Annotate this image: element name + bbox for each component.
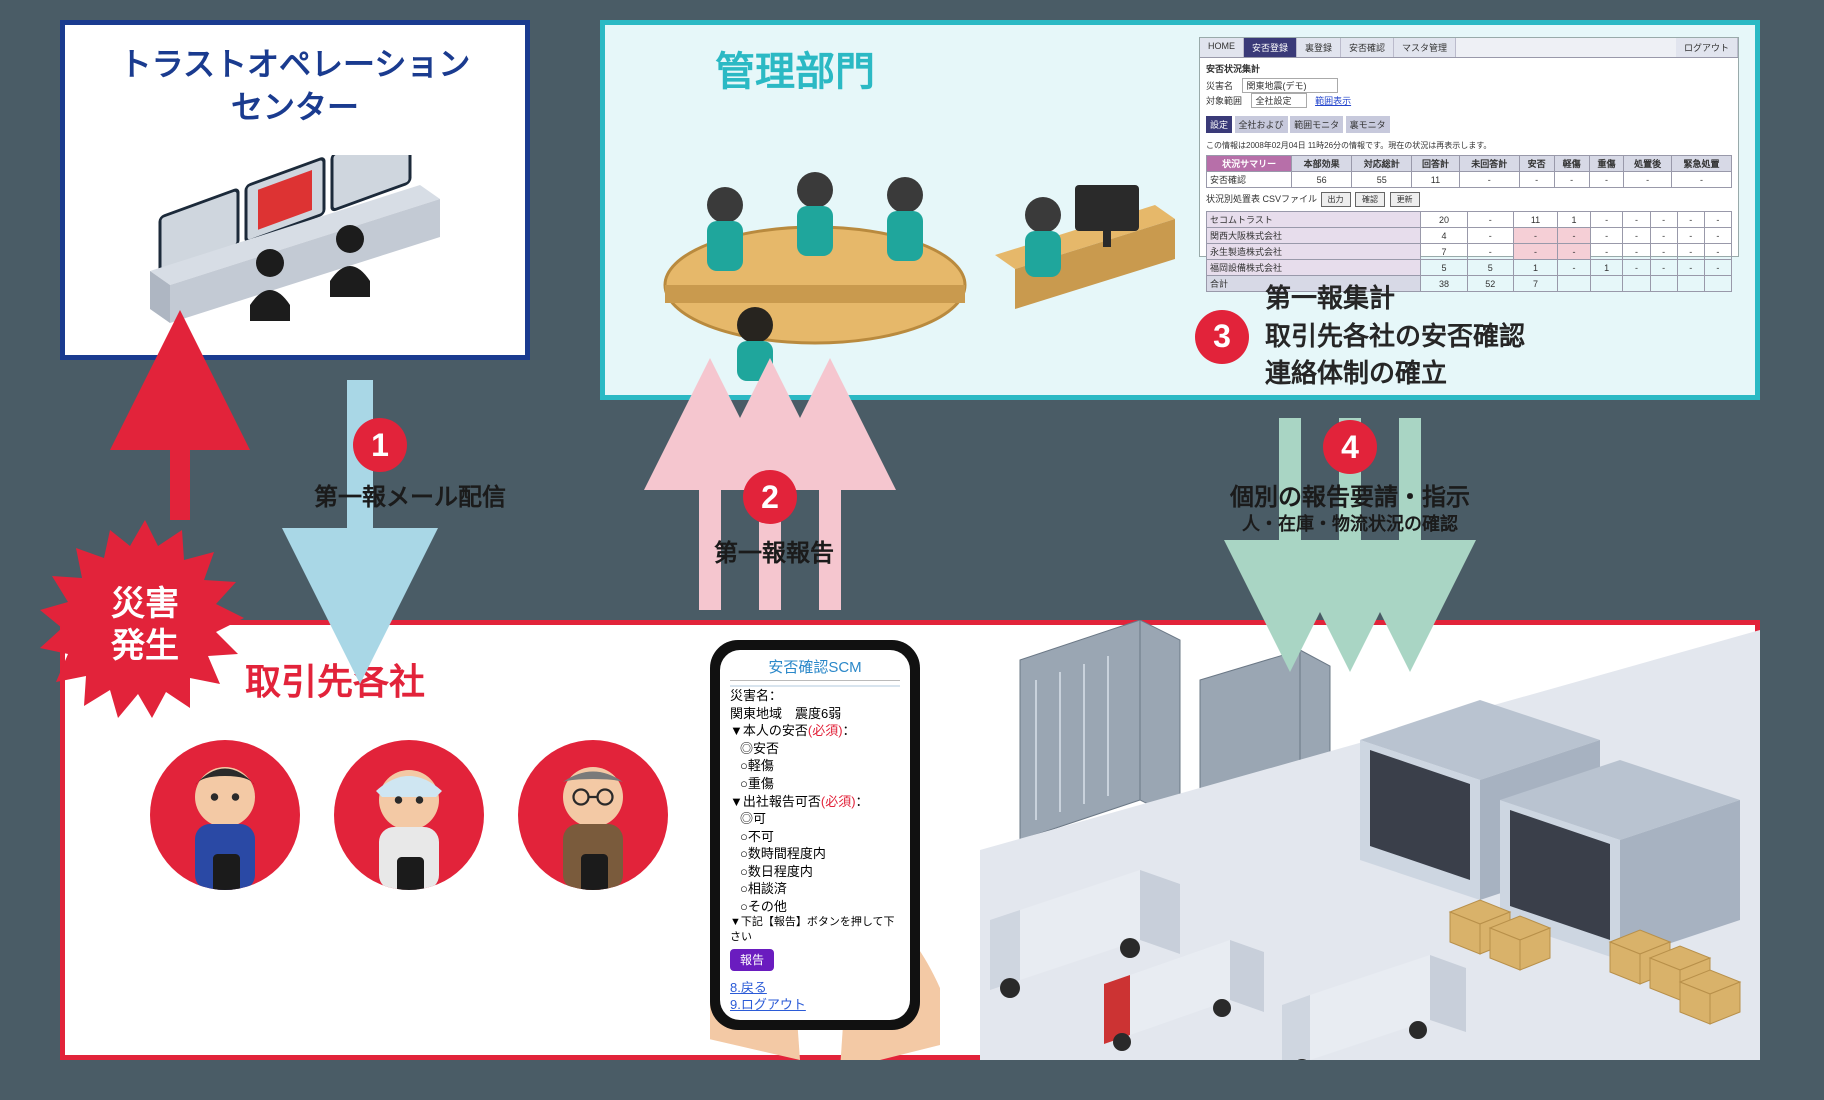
phone-opt-serious[interactable]: ○重傷 [740,775,900,793]
suppliers-title: 取引先各社 [245,653,425,705]
disaster-starburst: 災害 発生 [40,520,250,730]
avatar [150,740,300,890]
summary-table: 状況サマリー 本部効果 対応総計 回答計 未回答計 安否 軽傷 重傷 処置後 緊… [1206,155,1732,188]
phone-submit-button[interactable]: 報告 [730,949,774,971]
phone-logout-link[interactable]: 9.ログアウト [730,996,806,1014]
toc-title-l1: トラストオペレーション [120,46,471,82]
toc-title-l2: センター [231,89,359,125]
scope-value[interactable]: 全社設定 [1251,93,1307,108]
phone-app-title: 安否確認SCM [730,658,900,681]
phone-disaster: 災害名： [730,688,782,703]
step-4-badge: 4 [1323,420,1377,474]
btn-confirm[interactable]: 確認 [1355,192,1385,207]
avatar [518,740,668,890]
screenshot-nav: HOME 安否登録 裏登録 安否確認 マスタ管理 ログアウト [1200,38,1738,58]
management-dept-box: 管理部門 [600,20,1760,400]
step-4-sublabel: 人・在庫・物流状況の確認 [1170,513,1530,536]
step3-line3: 連絡体制の確立 [1265,355,1525,393]
btn-out[interactable]: 出力 [1321,192,1351,207]
step-2-badge: 2 [743,470,797,524]
trust-operation-center-box: トラストオペレーション センター [60,20,530,360]
csv-label: 状況別処置表 CSVファイル [1206,194,1317,204]
step-2-label: 第一報報告 [684,538,864,569]
phone-opt-yes[interactable]: ◎可 [740,810,900,828]
phone-required: (必須) [808,723,843,738]
phone-opt-halfday[interactable]: ○数日程度内 [740,863,900,881]
phone-q1: ▼本人の安否 [730,723,808,738]
phone-opt-other[interactable]: ○その他 [740,898,900,916]
phone-back-link[interactable]: 8.戻る [730,979,806,997]
phone-screen: 安否確認SCM 災害名： 関東地域 震度6弱 ▼本人の安否(必須)： ◎安否 ○… [720,650,910,1020]
phone-q2: ▼出社報告可否 [730,794,821,809]
screenshot-page-title: 安否状況集計 [1206,62,1732,75]
phone-region: 関東地域 震度6弱 [730,705,900,723]
nav-master[interactable]: マスタ管理 [1394,38,1456,57]
phone-opt-safe[interactable]: ◎安否 [740,740,900,758]
phone-opt-no[interactable]: ○不可 [740,828,900,846]
toc-illustration [150,155,440,325]
phone-hint: ▼下記【報告】ボタンを押して下さい [730,915,900,945]
phone-opt-minor[interactable]: ○軽傷 [740,757,900,775]
tab-back[interactable]: 裏モニタ [1346,116,1390,133]
admin-screenshot: HOME 安否登録 裏登録 安否確認 マスタ管理 ログアウト 安否状況集計 災害… [1199,37,1739,257]
disaster-label: 災害名 [1206,81,1233,91]
mgmt-title: 管理部門 [715,39,875,97]
step-4-label: 個別の報告要請・指示 人・在庫・物流状況の確認 [1170,482,1530,537]
tab-scope[interactable]: 範囲モニタ [1290,116,1343,133]
nav-reg[interactable]: 裏登録 [1297,38,1341,57]
step3-line1: 第一報集計 [1265,280,1525,318]
company-row: 福岡設備株式会社 551-1---- [1207,260,1732,276]
company-row: セコムトラスト 20-111----- [1207,212,1732,228]
nav-logout[interactable]: ログアウト [1676,38,1738,57]
disaster-value: 関東地震(デモ) [1242,78,1338,93]
mgmt-note: 3 第一報集計 取引先各社の安否確認 連絡体制の確立 [1195,280,1525,393]
phone-opt-consult[interactable]: ○相談済 [740,880,900,898]
scope-label: 対象範囲 [1206,96,1242,106]
nav-safety[interactable]: 安否登録 [1244,38,1297,57]
phone-required: (必須) [821,794,856,809]
warehouse-illustration [980,620,1760,1060]
tab-set[interactable]: 設定 [1206,116,1232,133]
phone-mockup: 安否確認SCM 災害名： 関東地域 震度6弱 ▼本人の安否(必須)： ◎安否 ○… [710,640,940,1060]
supplier-avatars [150,740,668,890]
screenshot-notice: この情報は2008年02月04日 11時26分の情報です。現在の状況は再表示しま… [1206,140,1732,151]
company-row: 永生製造株式会社 7-------- [1207,244,1732,260]
phone-opt-1h[interactable]: ○数時間程度内 [740,845,900,863]
btn-update[interactable]: 更新 [1390,192,1420,207]
tab-all[interactable]: 全社および [1235,116,1288,133]
toc-title: トラストオペレーション センター [120,43,471,129]
starburst-l1: 災害 [111,585,179,623]
scope-link[interactable]: 範囲表示 [1315,96,1351,106]
nav-confirm[interactable]: 安否確認 [1341,38,1394,57]
step-1-badge: 1 [353,418,407,472]
starburst-l2: 発生 [111,627,179,665]
nav-home[interactable]: HOME [1200,38,1244,57]
company-row: 関西大阪株式会社 4-------- [1207,228,1732,244]
avatar [334,740,484,890]
step3-line2: 取引先各社の安否確認 [1265,318,1525,356]
step-3-badge: 3 [1195,310,1249,364]
mgmt-illustration [635,95,1175,385]
summary-row-header: 状況サマリー [1207,156,1292,172]
step-1-label: 第一報メール配信 [290,482,530,513]
